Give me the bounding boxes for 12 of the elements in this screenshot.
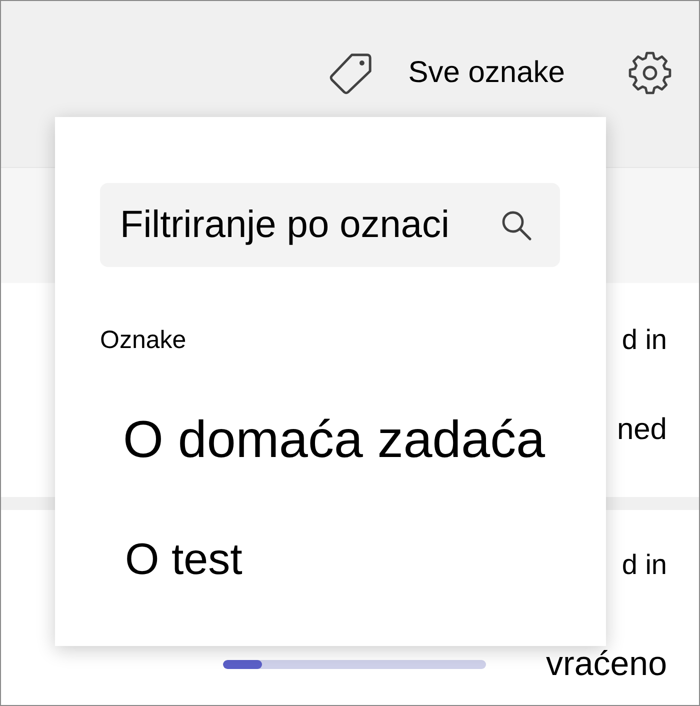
settings-icon[interactable] (628, 51, 672, 95)
status-text: d in (622, 548, 667, 582)
tag-option[interactable]: O test (100, 534, 242, 586)
section-label: Oznake (100, 327, 188, 353)
tag-option[interactable]: O domaća zadaća (100, 410, 546, 470)
status-text: vraćeno (546, 646, 667, 682)
search-icon[interactable] (500, 209, 532, 241)
search-field[interactable]: Filtriranje po oznaci (100, 183, 560, 267)
all-tags-button[interactable]: Sve oznake (408, 55, 565, 91)
tag-icon[interactable] (327, 51, 374, 95)
status-text: ned (616, 412, 667, 448)
status-text: d in (622, 323, 667, 357)
